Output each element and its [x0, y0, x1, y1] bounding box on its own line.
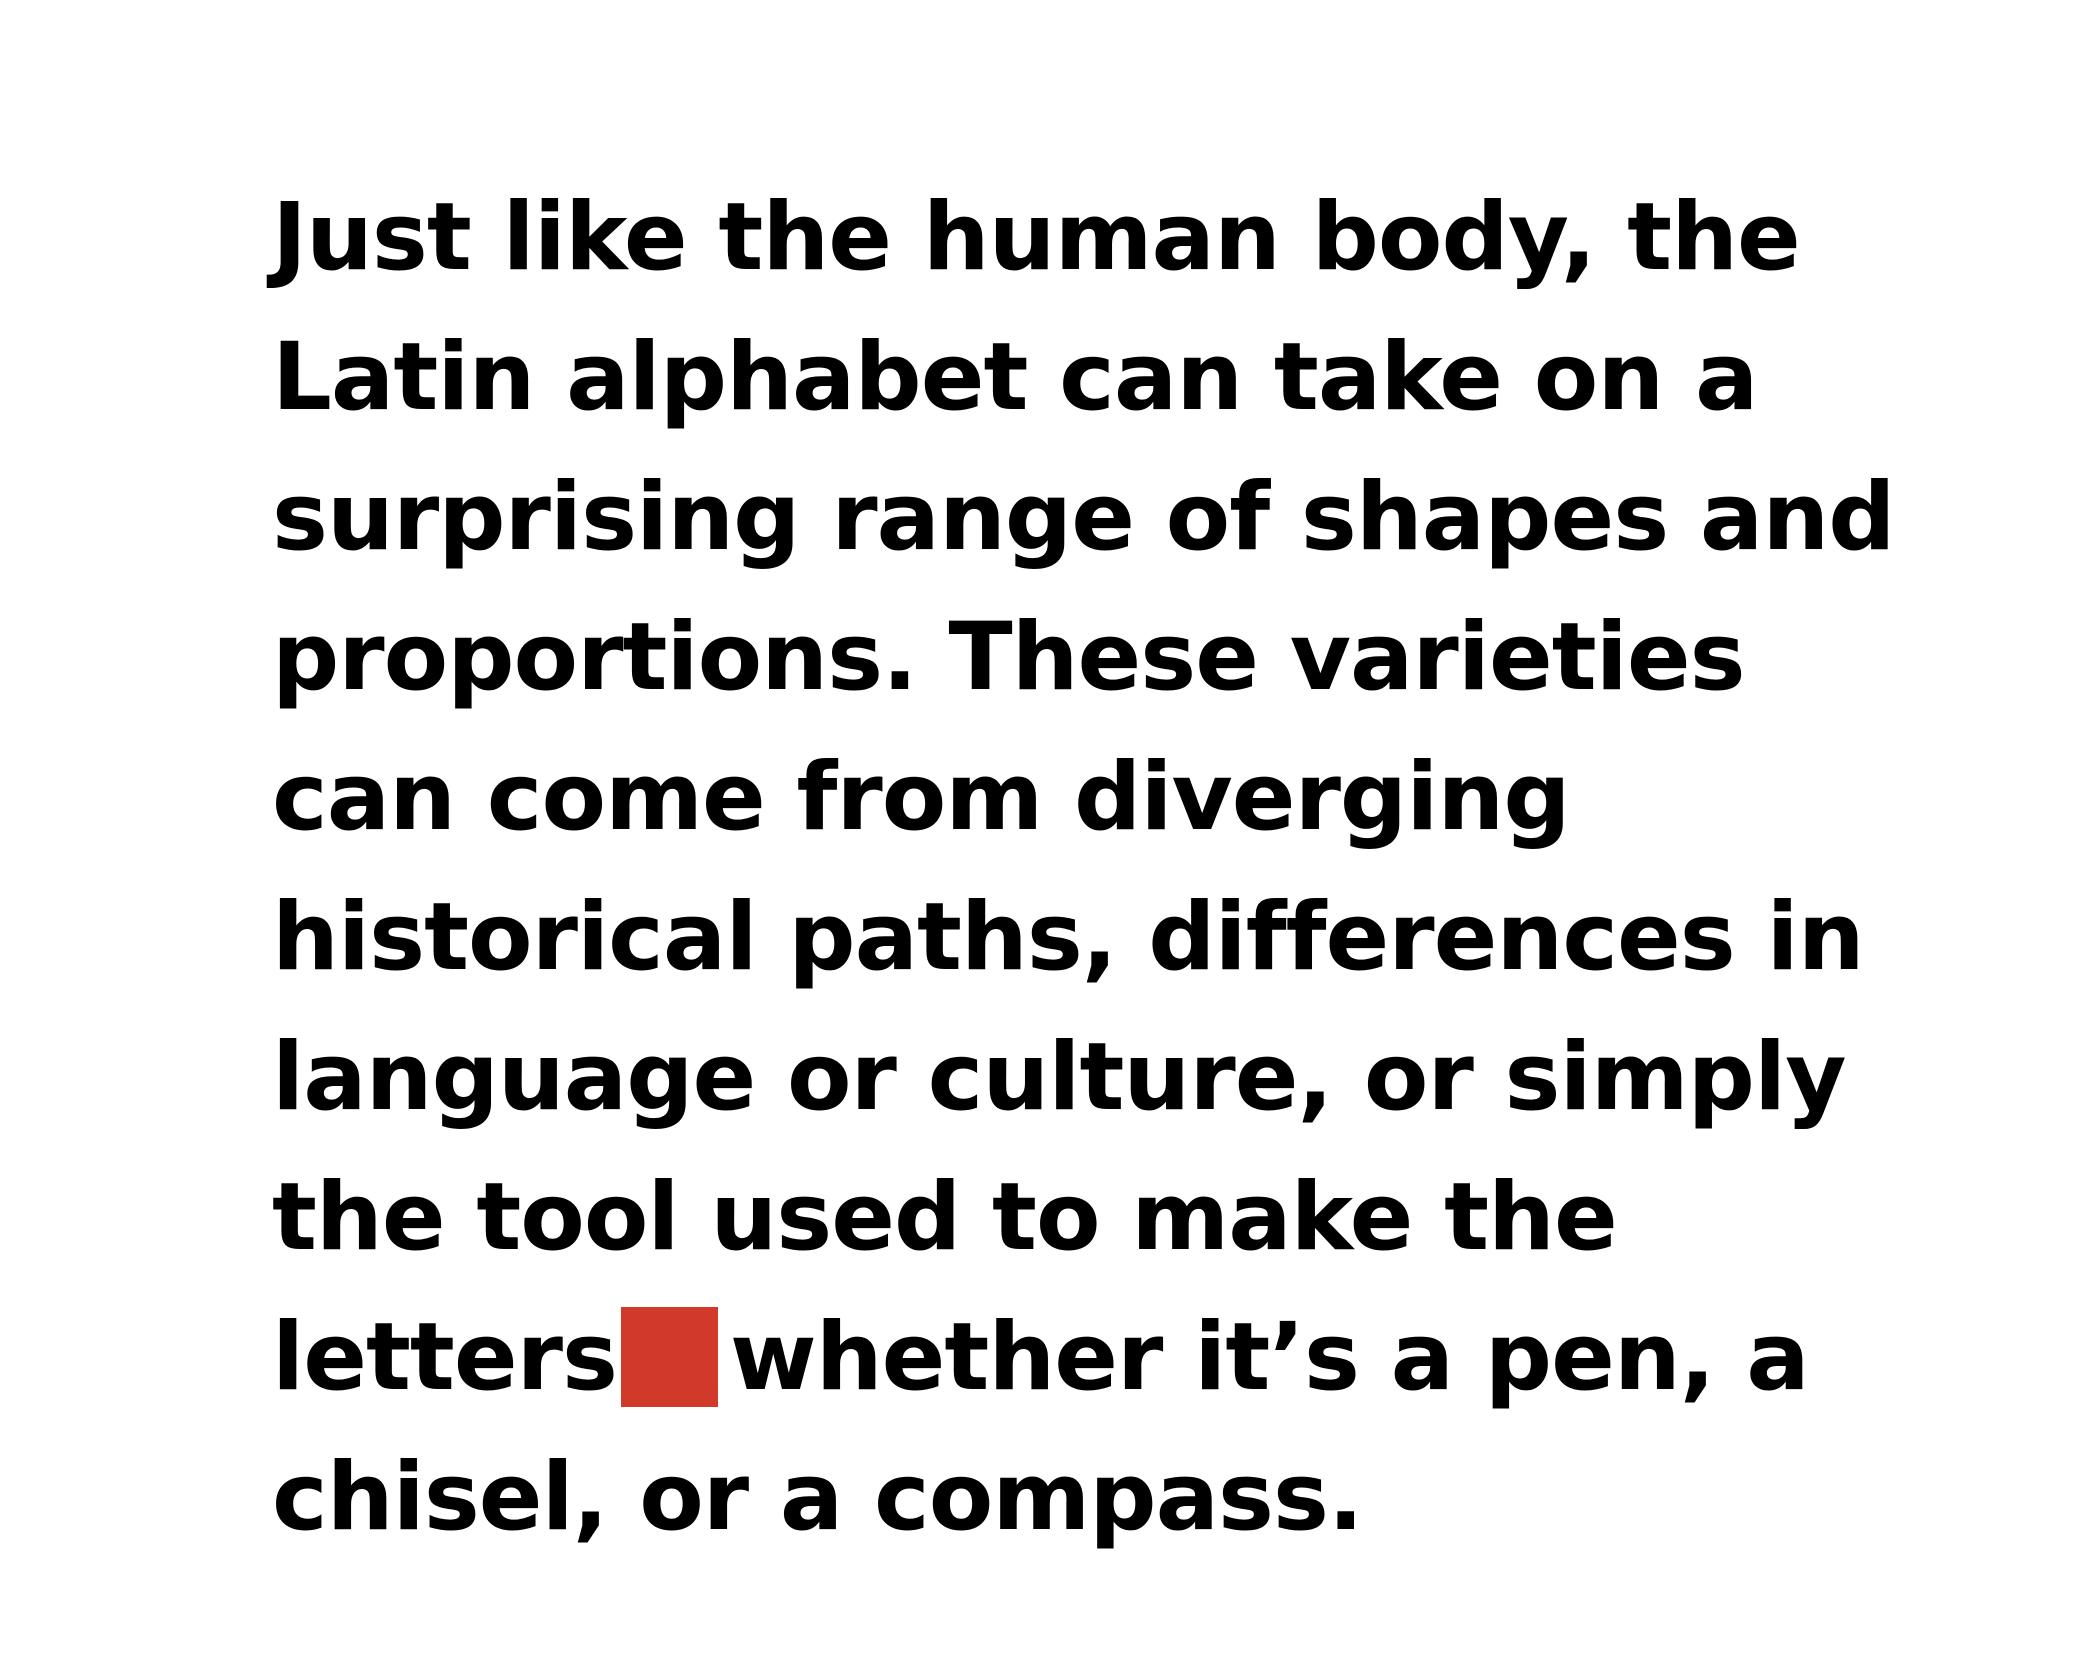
paragraph-line-2: Latin alphabet can take on a [272, 323, 1758, 432]
paragraph-line-9: letters whether it’s a pen, a [272, 1288, 1972, 1428]
paragraph-line-4: proportions. These varieties [272, 603, 1746, 712]
paragraph-line-6: historical paths, differences in [272, 883, 1865, 992]
paragraph-line-3: surprising range of shapes and [272, 463, 1896, 572]
paragraph-line-1: Just like the human body, the [272, 183, 1801, 292]
red-square-marker [620, 1307, 718, 1407]
paragraph-line-8: the tool used to make the [272, 1163, 1618, 1272]
body-paragraph: Just like the human body, the Latin alph… [272, 168, 1972, 1568]
paragraph-line-7: language or culture, or simply [272, 1023, 1846, 1132]
paragraph-line-10: chisel, or a compass. [272, 1443, 1364, 1552]
paragraph-line-9-suffix: whether it’s a pen, a [729, 1303, 1810, 1412]
paragraph-line-5: can come from diverging [272, 743, 1571, 852]
paragraph-line-9-prefix: letters [272, 1303, 618, 1412]
